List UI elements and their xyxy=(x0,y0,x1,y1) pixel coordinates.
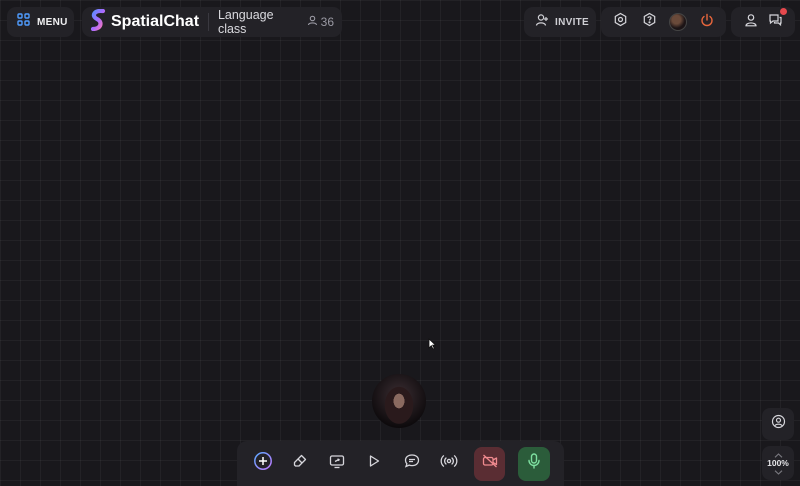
invite-button[interactable]: INVITE xyxy=(524,7,596,37)
locate-me-icon xyxy=(771,414,786,434)
invite-label: INVITE xyxy=(555,16,590,28)
avatar xyxy=(669,13,687,31)
mouse-cursor-icon xyxy=(428,337,437,355)
app-name: SpatialChat xyxy=(111,13,200,30)
divider xyxy=(208,13,209,31)
play-icon xyxy=(367,454,381,473)
menu-label: MENU xyxy=(37,16,68,28)
zoom-level: 100% xyxy=(767,458,789,468)
chat-panel-button[interactable] xyxy=(763,7,788,34)
zoom-in-icon[interactable] xyxy=(774,451,783,458)
chat-button[interactable] xyxy=(400,451,424,477)
add-button[interactable] xyxy=(251,451,275,477)
participant-count[interactable]: 36 xyxy=(307,15,334,29)
room-controls xyxy=(601,7,726,37)
room-header: SpatialChat Language class 36 xyxy=(82,7,342,37)
help-icon xyxy=(642,12,657,32)
spatialchat-logo-icon xyxy=(90,8,106,36)
settings-button[interactable] xyxy=(608,10,632,34)
camera-off-icon xyxy=(482,454,498,473)
my-avatar-button[interactable] xyxy=(666,10,690,34)
camera-toggle-button[interactable] xyxy=(473,446,506,481)
microphone-icon xyxy=(527,453,541,474)
recenter-button[interactable] xyxy=(762,408,794,440)
zoom-control: 100% xyxy=(762,446,794,480)
grid-icon xyxy=(17,13,30,31)
share-screen-icon xyxy=(329,453,345,474)
participant-count-value: 36 xyxy=(320,15,334,29)
play-media-button[interactable] xyxy=(362,451,386,477)
user-controls xyxy=(731,7,795,37)
leave-button[interactable] xyxy=(695,10,719,34)
profile-button[interactable] xyxy=(739,10,763,34)
add-icon xyxy=(253,451,273,476)
broadcast-button[interactable] xyxy=(437,451,461,477)
broadcast-icon xyxy=(440,453,458,474)
app-logo: SpatialChat xyxy=(90,8,200,36)
user-avatar[interactable] xyxy=(372,374,426,428)
microphone-toggle-button[interactable] xyxy=(518,446,550,481)
message-icon xyxy=(404,453,420,474)
eraser-icon xyxy=(292,453,308,474)
add-user-icon xyxy=(535,13,549,32)
power-icon xyxy=(700,13,714,32)
draw-button[interactable] xyxy=(288,451,312,477)
help-button[interactable] xyxy=(637,10,661,34)
gear-icon xyxy=(613,12,628,32)
user-icon xyxy=(744,13,758,32)
room-name[interactable]: Language class xyxy=(218,8,299,36)
menu-button[interactable]: MENU xyxy=(7,7,74,37)
bottom-toolbar xyxy=(237,441,564,486)
zoom-out-icon[interactable] xyxy=(774,468,783,475)
person-icon xyxy=(307,15,318,29)
share-screen-button[interactable] xyxy=(325,451,349,477)
notification-badge xyxy=(779,7,788,16)
